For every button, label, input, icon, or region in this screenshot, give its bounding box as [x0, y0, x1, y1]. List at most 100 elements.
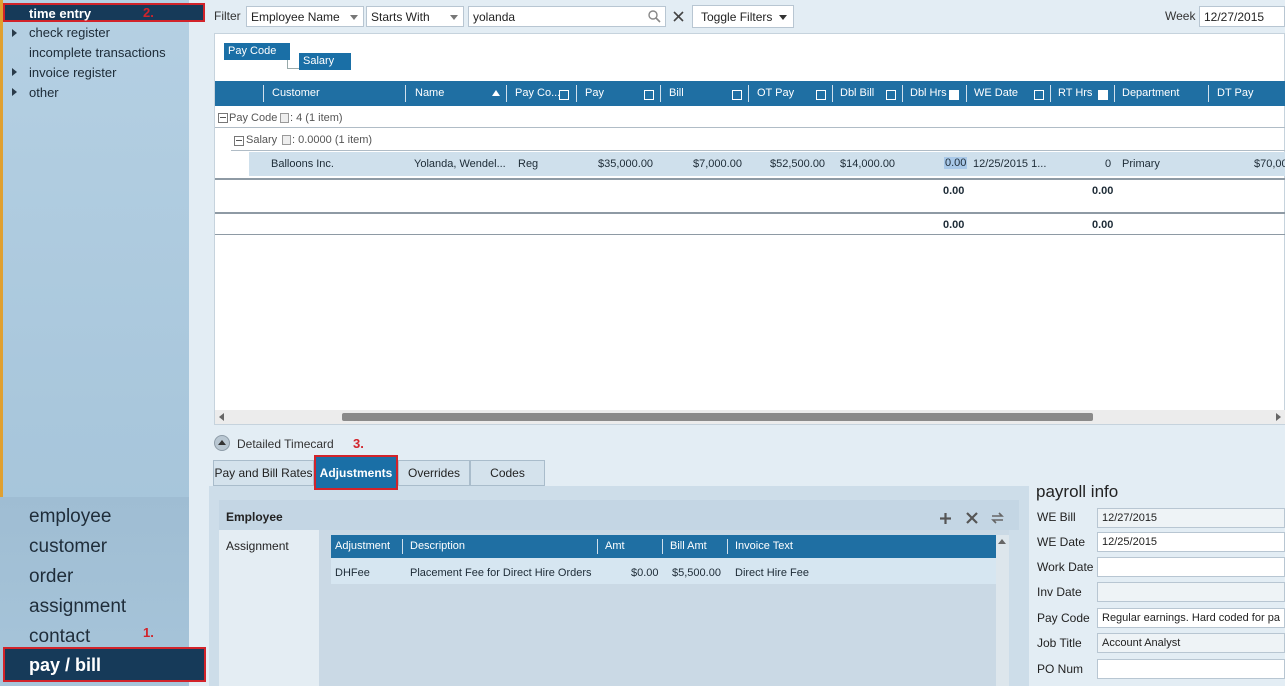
collapse-icon[interactable] [218, 113, 228, 123]
label-pay-code: Pay Code [1037, 611, 1090, 625]
col-description[interactable]: Description [410, 535, 465, 558]
col-customer[interactable]: Customer [272, 81, 320, 106]
scroll-right-icon[interactable] [1276, 413, 1281, 421]
active-tab-pointer [346, 480, 362, 485]
nav-item-incomplete-transactions[interactable]: incomplete transactions [29, 45, 166, 60]
filter-checkbox-icon[interactable] [644, 90, 654, 100]
nav-customer[interactable]: customer [29, 536, 107, 558]
filter-checkbox-icon[interactable] [1034, 90, 1044, 100]
step-marker-3: 3. [353, 436, 364, 451]
filter-checkbox-icon[interactable] [559, 90, 569, 100]
tab-overrides[interactable]: Overrides [398, 460, 470, 486]
payroll-info-title: payroll info [1036, 482, 1119, 501]
col-bill-amt[interactable]: Bill Amt [670, 535, 707, 558]
search-icon[interactable] [648, 10, 661, 23]
col-ot-pay[interactable]: OT Pay [757, 81, 794, 106]
nav-order[interactable]: order [29, 566, 73, 588]
total-dbl-hrs: 0.00 [943, 219, 965, 231]
cell-we-date: 12/25/2015 1... [973, 158, 1047, 170]
group-row-salary: Salary [246, 134, 278, 146]
group-row-info: : 0.0000 (1 item) [292, 134, 373, 146]
filter-clear-icon[interactable] [1098, 90, 1108, 100]
group-tag-salary[interactable]: Salary [299, 53, 351, 70]
delete-icon[interactable] [966, 512, 978, 524]
we-bill-field[interactable]: 12/27/2015 [1097, 508, 1285, 528]
toggle-filters-button[interactable]: Toggle Filters [692, 5, 794, 28]
expand-arrow-icon[interactable] [12, 88, 17, 96]
clear-filter-icon[interactable] [673, 11, 684, 22]
col-rt-hrs[interactable]: RT Hrs [1058, 81, 1092, 106]
side-list [219, 530, 319, 686]
week-input[interactable]: 12/27/2015 [1199, 6, 1285, 27]
nav-pay-bill[interactable]: pay / bill [3, 647, 206, 682]
cell-dt-pay: $70,00 [1254, 158, 1285, 170]
collapse-icon[interactable] [234, 136, 244, 146]
label-we-date: WE Date [1037, 535, 1086, 549]
job-title-field[interactable]: Account Analyst [1097, 633, 1285, 653]
col-department[interactable]: Department [1122, 81, 1179, 106]
col-dt-pay[interactable]: DT Pay [1217, 81, 1253, 106]
col-name[interactable]: Name [415, 81, 444, 106]
cell-invoice-text: Direct Hire Fee [735, 567, 809, 579]
cell-description: Placement Fee for Direct Hire Orders [410, 567, 592, 579]
vertical-scrollbar[interactable] [996, 535, 1009, 686]
cell-pay-code: Reg [518, 158, 539, 170]
adjustments-toolbar [219, 500, 1019, 530]
scroll-up-icon[interactable] [998, 539, 1006, 544]
document-icon [282, 135, 291, 145]
expand-arrow-icon[interactable] [12, 68, 17, 76]
nav-item-time-entry[interactable]: time entry [3, 3, 205, 22]
nav-pay-bill-label: pay / bill [29, 655, 102, 675]
expand-arrow-icon[interactable] [12, 29, 17, 37]
label-po-num: PO Num [1037, 662, 1084, 676]
scroll-left-icon[interactable] [219, 413, 224, 421]
filter-operator-select[interactable]: Starts With [366, 6, 464, 27]
cell-department: Primary [1122, 158, 1160, 170]
group-tag-pay-code[interactable]: Pay Code [224, 43, 290, 60]
work-date-field[interactable] [1097, 557, 1285, 577]
col-invoice-text[interactable]: Invoice Text [735, 535, 793, 558]
col-dbl-hrs[interactable]: Dbl Hrs [910, 81, 947, 106]
chevron-down-icon [450, 15, 458, 20]
refresh-icon[interactable] [990, 511, 1005, 525]
scrollbar-thumb[interactable] [342, 413, 1093, 421]
filter-clear-icon[interactable] [949, 90, 959, 100]
filter-checkbox-icon[interactable] [816, 90, 826, 100]
col-we-date[interactable]: WE Date [974, 81, 1018, 106]
nav-item-invoice-register[interactable]: invoice register [29, 65, 116, 80]
col-bill[interactable]: Bill [669, 81, 684, 106]
subtotal-rt-hrs: 0.00 [1092, 185, 1114, 197]
nav-assignment[interactable]: assignment [29, 596, 126, 618]
filter-search-input[interactable]: yolanda [468, 6, 666, 27]
detailed-timecard-label[interactable]: Detailed Timecard [237, 437, 334, 451]
nav-employee[interactable]: employee [29, 506, 111, 528]
col-dbl-bill[interactable]: Dbl Bill [840, 81, 874, 106]
label-we-bill: WE Bill [1037, 510, 1076, 524]
cell-dbl-hrs[interactable]: 0.00 [944, 157, 968, 169]
nav-item-other[interactable]: other [29, 85, 59, 100]
po-num-field[interactable] [1097, 659, 1285, 679]
side-assignment[interactable]: Assignment [226, 539, 289, 553]
side-employee[interactable]: Employee [226, 510, 283, 524]
add-icon[interactable] [939, 512, 952, 525]
col-amt[interactable]: Amt [605, 535, 625, 558]
collapse-circle-icon[interactable] [214, 435, 230, 451]
cell-amt: $0.00 [631, 567, 659, 579]
filter-label: Filter [214, 9, 241, 23]
filter-checkbox-icon[interactable] [886, 90, 896, 100]
tab-pay-and-bill-rates[interactable]: Pay and Bill Rates [213, 460, 314, 486]
col-pay-code[interactable]: Pay Co... [515, 81, 560, 106]
filter-field-select[interactable]: Employee Name [246, 6, 364, 27]
nav-item-check-register[interactable]: check register [29, 25, 110, 40]
nav-contact[interactable]: contact [29, 626, 90, 648]
pay-code-field[interactable]: Regular earnings. Hard coded for pa [1097, 608, 1285, 628]
filter-checkbox-icon[interactable] [732, 90, 742, 100]
inv-date-field[interactable] [1097, 582, 1285, 602]
total-rt-hrs: 0.00 [1092, 219, 1114, 231]
cell-dbl-bill: $14,000.00 [840, 158, 896, 170]
col-adjustment[interactable]: Adjustment [335, 535, 390, 558]
tab-codes[interactable]: Codes [470, 460, 545, 486]
step-marker-1: 1. [143, 625, 154, 640]
we-date-field[interactable]: 12/25/2015 [1097, 532, 1285, 552]
col-pay[interactable]: Pay [585, 81, 604, 106]
